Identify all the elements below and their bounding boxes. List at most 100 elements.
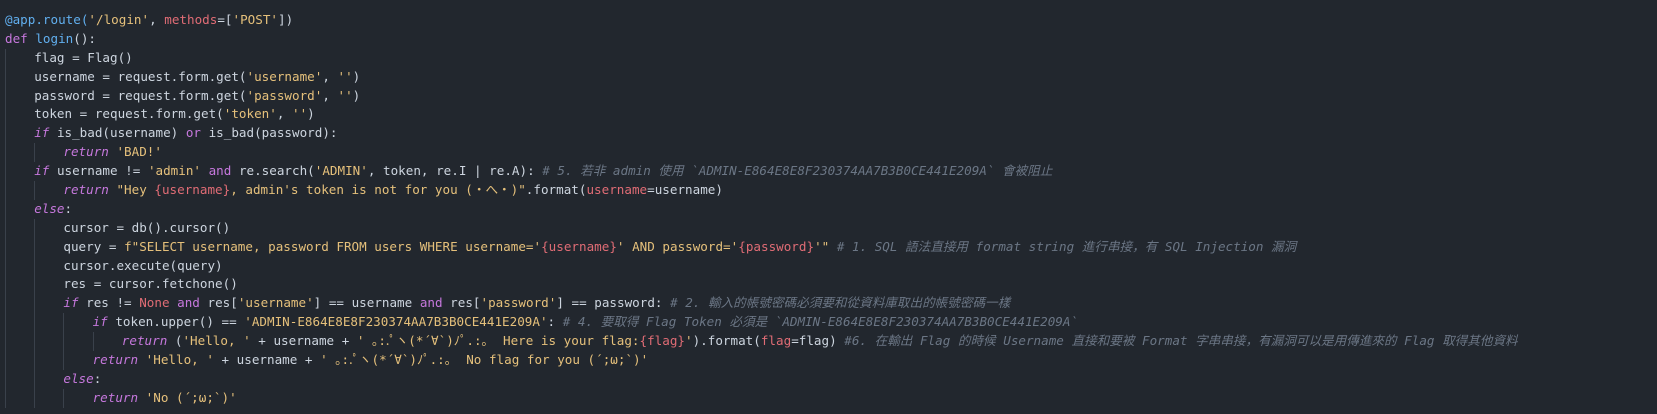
indent-guide — [5, 143, 6, 163]
string-token: ' AND password=' — [616, 238, 739, 254]
indent-guide — [34, 294, 36, 314]
interpolation-token: {password} — [738, 238, 815, 254]
keyword-token: return — [121, 333, 175, 349]
code-token: ) — [352, 68, 361, 84]
keyword-token: return — [63, 144, 117, 160]
interpolation-token: {username} — [154, 182, 231, 198]
indent-guide — [5, 181, 6, 200]
code-line[interactable]: flag = Flag() — [0, 48, 1657, 68]
code-token: =flag) — [791, 333, 845, 349]
keyword-token: return — [92, 389, 146, 405]
indent-guide — [5, 332, 6, 352]
code-line[interactable]: return ('Hello, ' + username + ' ｡:.ﾟヽ(*… — [0, 332, 1657, 352]
code-line[interactable]: else: — [0, 369, 1657, 389]
keyword-token: and — [201, 163, 239, 179]
code-line[interactable]: return 'BAD!' — [0, 143, 1657, 163]
indent-guide — [34, 218, 36, 238]
decorator-token: @app.route( — [5, 12, 89, 27]
code-token: + username + — [213, 352, 321, 368]
indent-guide — [5, 313, 6, 333]
keyword-token: if — [34, 125, 57, 141]
code-token: token.upper() == — [115, 314, 245, 330]
indent-guide — [34, 237, 36, 257]
line-content: def login(): — [5, 31, 96, 46]
string-token: '' — [337, 87, 353, 103]
code-line[interactable]: def login(): — [0, 30, 1657, 49]
code-token: cursor = db().cursor() — [63, 219, 231, 235]
line-content: cursor = db().cursor() — [63, 220, 230, 235]
keyword-token: return — [92, 352, 146, 368]
string-token: ' ｡:.ﾟヽ(*´∀`)ﾉﾟ.:｡ Here is your flag: — [356, 333, 640, 349]
line-content: username = request.form.get('username', … — [34, 69, 360, 84]
keyword-token: if — [34, 163, 57, 179]
code-line[interactable]: if res != None and res['username'] == us… — [0, 294, 1657, 314]
indent-guide — [5, 105, 6, 125]
code-token: + username + — [250, 333, 357, 349]
function-name-token: login — [35, 30, 74, 46]
comment-token: # 5. 若非 admin 使用 `ADMIN-E864E8E8F230374A… — [542, 163, 1053, 179]
line-content: if username != 'admin' and re.search('AD… — [34, 163, 1052, 178]
line-content: if token.upper() == 'ADMIN-E864E8E8F2303… — [93, 314, 1078, 329]
constant-token: None — [139, 295, 170, 311]
keyword-token: and — [419, 295, 451, 311]
line-content: query = f"SELECT username, password FROM… — [63, 239, 1296, 254]
code-line[interactable]: if username != 'admin' and re.search('AD… — [0, 162, 1657, 182]
indent-guide — [5, 388, 6, 408]
code-token: =[ — [217, 12, 233, 27]
code-line[interactable]: cursor.execute(query) — [0, 256, 1657, 276]
string-token: "Hey — [116, 182, 155, 198]
code-editor[interactable]: @app.route('/login', methods=['POST']) de… — [0, 0, 1657, 414]
code-token: res = cursor.fetchone() — [63, 276, 238, 292]
string-token: ' ｡:.ﾟヽ(*´∀`)ﾉﾟ.:｡ No flag for you (´;ω;… — [320, 352, 649, 368]
comment-token: #6. 在輸出 Flag 的時候 Username 直接和要被 Format 字… — [844, 333, 1518, 349]
code-token: flag = Flag() — [34, 49, 133, 65]
code-token: re.search( — [238, 163, 315, 179]
code-line[interactable]: @app.route('/login', methods=['POST']) — [0, 11, 1657, 30]
code-line[interactable]: if token.upper() == 'ADMIN-E864E8E8F2303… — [0, 313, 1657, 333]
code-line[interactable]: token = request.form.get('token', '') — [0, 105, 1657, 125]
string-token: 'token' — [223, 106, 277, 122]
code-token: (): — [73, 30, 97, 46]
code-line[interactable]: return 'No (´;ω;`)' — [0, 388, 1657, 408]
string-token: '' — [337, 68, 353, 84]
code-token: : — [547, 314, 563, 330]
indent-guide — [63, 388, 65, 408]
string-token: 'POST' — [232, 12, 279, 27]
code-line[interactable]: return "Hey {username}, admin's token is… — [0, 181, 1657, 200]
indent-guide — [5, 256, 6, 276]
string-token: 'ADMIN' — [314, 163, 368, 179]
code-token: : — [64, 200, 73, 216]
line-content: cursor.execute(query) — [63, 258, 222, 273]
code-line[interactable]: username = request.form.get('username', … — [0, 67, 1657, 87]
line-content: if is_bad(username) or is_bad(password): — [34, 125, 337, 140]
string-token: '/login' — [88, 12, 150, 27]
keyword-argument-token: username — [586, 182, 648, 198]
keyword-token: else — [63, 370, 94, 386]
line-content: return 'Hello, ' + username + ' ｡:.ﾟヽ(*´… — [93, 352, 649, 367]
string-token: 'password' — [246, 87, 323, 103]
indent-guide — [34, 275, 36, 295]
code-line[interactable]: password = request.form.get('password', … — [0, 86, 1657, 106]
code-line[interactable]: else: — [0, 199, 1657, 219]
string-token: 'password' — [480, 295, 557, 311]
code-line[interactable]: cursor = db().cursor() — [0, 218, 1657, 238]
line-content: return 'BAD!' — [63, 144, 162, 159]
code-token: , — [322, 87, 338, 103]
code-line[interactable]: query = f"SELECT username, password FROM… — [0, 237, 1657, 257]
code-line[interactable]: res = cursor.fetchone() — [0, 275, 1657, 295]
code-token: ]) — [278, 12, 294, 27]
indent-guide — [5, 351, 6, 370]
code-line[interactable]: if is_bad(username) or is_bad(password): — [0, 124, 1657, 144]
indent-guide — [5, 124, 6, 144]
code-token: , — [149, 12, 165, 27]
keyword-token: def — [5, 30, 36, 46]
code-token: : — [93, 370, 102, 386]
code-line[interactable]: return 'Hello, ' + username + ' ｡:.ﾟヽ(*´… — [0, 351, 1657, 370]
code-token: , — [322, 68, 338, 84]
code-token: .format( — [525, 182, 587, 198]
indent-guide — [34, 313, 36, 333]
keyword-argument-token: methods — [164, 12, 218, 27]
line-content: else: — [34, 201, 72, 216]
line-content: return "Hey {username}, admin's token is… — [63, 182, 723, 197]
indent-guide — [5, 369, 6, 389]
